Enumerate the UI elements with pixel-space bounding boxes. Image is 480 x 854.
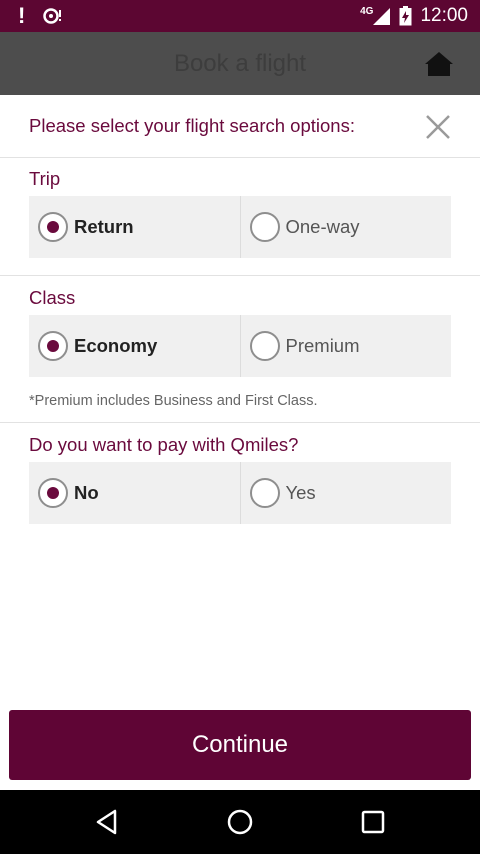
- app-bar: Book a flight: [0, 32, 480, 95]
- option-label: Premium: [285, 335, 360, 356]
- option-label: No: [74, 482, 99, 503]
- recents-icon[interactable]: [358, 807, 388, 837]
- trip-options: Return One-way: [29, 196, 451, 258]
- search-options-sheet: Please select your flight search options…: [0, 95, 480, 790]
- radio-unchecked[interactable]: [249, 478, 280, 508]
- radio-unchecked[interactable]: [249, 212, 280, 242]
- qmiles-yes-option[interactable]: Yes: [239, 462, 451, 524]
- radio-checked[interactable]: [38, 478, 68, 508]
- sheet-title: Please select your flight search options…: [29, 115, 355, 136]
- class-label: Class: [29, 287, 76, 308]
- signal-icon: [373, 8, 391, 25]
- battery-icon: [399, 6, 412, 26]
- clock: 12:00: [420, 5, 468, 26]
- option-label: Return: [74, 216, 134, 237]
- class-premium-option[interactable]: Premium: [239, 315, 451, 377]
- trip-label: Trip: [29, 168, 61, 189]
- sheet-header: Please select your flight search options…: [0, 95, 480, 158]
- trip-return-option[interactable]: Return: [29, 196, 240, 258]
- radio-checked[interactable]: [38, 331, 68, 361]
- radio-checked[interactable]: [38, 212, 68, 242]
- qmiles-no-option[interactable]: No: [29, 462, 240, 524]
- class-economy-option[interactable]: Economy: [29, 315, 240, 377]
- home-nav-icon[interactable]: [225, 807, 255, 837]
- trip-one-way-option[interactable]: One-way: [239, 196, 451, 258]
- option-label: Yes: [285, 482, 316, 503]
- home-icon[interactable]: [424, 51, 454, 77]
- qmiles-label: Do you want to pay with Qmiles?: [29, 434, 299, 455]
- exclamation-icon: !: [18, 3, 26, 28]
- sync-notification-icon: [43, 8, 62, 24]
- status-bar: ! 4G 12:00: [0, 0, 480, 32]
- radio-unchecked[interactable]: [249, 331, 280, 361]
- option-label: Economy: [74, 335, 158, 356]
- divider: [0, 275, 480, 276]
- back-icon[interactable]: [92, 807, 122, 837]
- class-options: Economy Premium: [29, 315, 451, 377]
- divider: [0, 422, 480, 423]
- page-title: Book a flight: [173, 50, 307, 77]
- option-label: One-way: [285, 216, 360, 237]
- premium-note: *Premium includes Business and First Cla…: [29, 393, 318, 409]
- system-nav-bar: [0, 790, 480, 854]
- close-icon[interactable]: [425, 114, 451, 140]
- continue-button[interactable]: Continue: [9, 710, 471, 780]
- qmiles-options: No Yes: [29, 462, 451, 524]
